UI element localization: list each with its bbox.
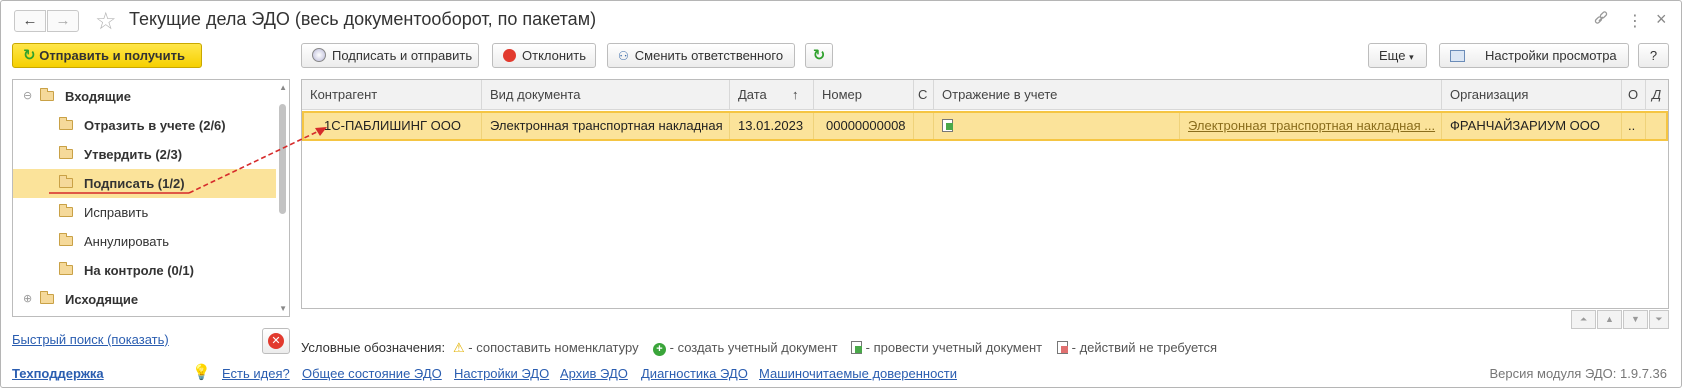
no-action-icon — [1057, 341, 1068, 354]
idea-link[interactable]: Есть идея? — [222, 366, 290, 381]
plus-icon: + — [653, 343, 666, 356]
close-panel-button[interactable]: ✕ — [262, 328, 290, 354]
module-version: Версия модуля ЭДО: 1.9.7.36 — [1489, 366, 1668, 381]
quick-search-link[interactable]: Быстрый поиск (показать) — [12, 332, 169, 347]
edo-archive-link[interactable]: Архив ЭДО — [560, 366, 628, 381]
legend-match: ⚠ - сопоставить номенклатуру — [453, 340, 639, 355]
edo-settings-link[interactable]: Настройки ЭДО — [454, 366, 549, 381]
edo-window: ← → ☆ Текущие дела ЭДО (весь документооб… — [0, 0, 1682, 388]
post-document-icon — [851, 341, 862, 354]
legend-title: Условные обозначения: — [301, 340, 446, 355]
edo-status-link[interactable]: Общее состояние ЭДО — [302, 366, 442, 381]
warning-icon: ⚠ — [453, 340, 465, 355]
edo-diagnostics-link[interactable]: Диагностика ЭДО — [641, 366, 748, 381]
lightbulb-icon: 💡 — [192, 364, 211, 381]
legend-none: - действий не требуется — [1057, 340, 1217, 355]
close-icon: ✕ — [268, 333, 284, 349]
legend-create: + - создать учетный документ — [653, 340, 838, 356]
annotation-arrow — [49, 127, 327, 194]
support-link[interactable]: Техподдержка — [12, 366, 104, 381]
legend-post: - провести учетный документ — [851, 340, 1042, 355]
machine-readable-poa-link[interactable]: Машиночитаемые доверенности — [759, 366, 957, 381]
